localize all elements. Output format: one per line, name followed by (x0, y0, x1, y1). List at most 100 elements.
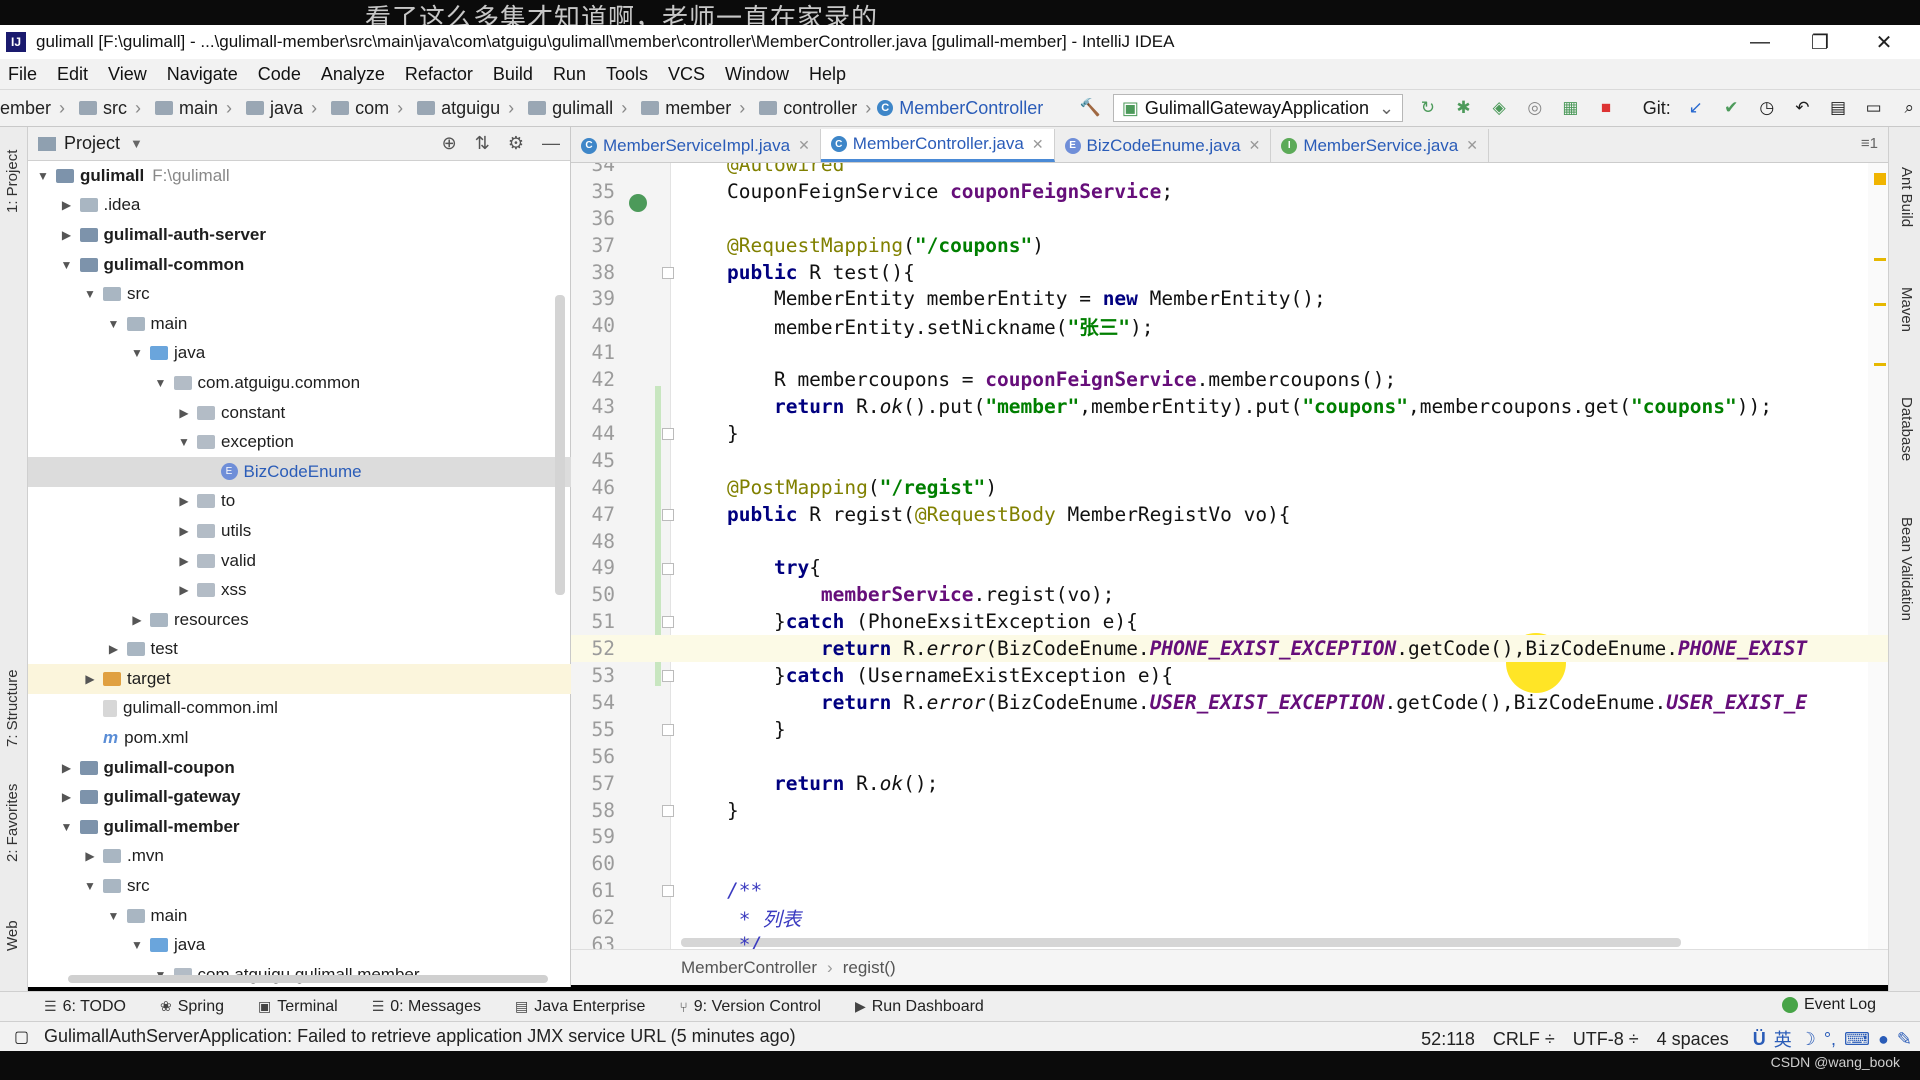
chevron-down-icon[interactable]: ▼ (130, 346, 144, 360)
menu-navigate[interactable]: Navigate (167, 64, 238, 85)
menu-build[interactable]: Build (493, 64, 533, 85)
nav-crumb[interactable]: main › (147, 98, 232, 119)
project-scrollbar-horizontal[interactable] (68, 975, 548, 983)
project-view-select[interactable]: Project (64, 133, 120, 154)
tree-item[interactable]: ▶ .mvn (28, 842, 571, 872)
chevron-right-icon[interactable]: ▶ (107, 642, 121, 656)
revert-icon[interactable]: ↶ (1792, 97, 1814, 119)
chevron-right-icon[interactable]: ▶ (177, 406, 191, 420)
chevron-down-icon[interactable]: ▼ (107, 909, 121, 923)
chevron-right-icon[interactable]: ▶ (177, 583, 191, 597)
menu-file[interactable]: File (8, 64, 37, 85)
gear-icon[interactable]: ⚙ (508, 133, 524, 154)
tree-item[interactable]: ▶ valid (28, 546, 571, 576)
editor-tab[interactable]: E BizCodeEnume.java ✕ (1055, 129, 1272, 162)
close-tab-icon[interactable]: ✕ (1249, 137, 1261, 154)
menu-run[interactable]: Run (553, 64, 586, 85)
project-tool-tab[interactable]: 1: Project (4, 150, 21, 213)
tool-window-button[interactable]: ☰ 0: Messages (372, 998, 481, 1016)
chevron-down-icon[interactable]: ▼ (130, 938, 144, 952)
profile-icon[interactable]: ◎ (1524, 97, 1546, 119)
nav-crumb[interactable]: gulimall › (520, 98, 627, 119)
coverage-icon[interactable]: ◈ (1488, 97, 1510, 119)
rerun-icon[interactable]: ↻ (1417, 97, 1439, 119)
project-structure-icon[interactable]: ▤ (1827, 97, 1849, 119)
menu-window[interactable]: Window (725, 64, 789, 85)
chevron-right-icon[interactable]: ▶ (130, 613, 144, 627)
chevron-right-icon[interactable]: ▶ (177, 554, 191, 568)
tree-item[interactable]: ▶ test (28, 635, 571, 665)
nav-crumb[interactable]: controller › (751, 98, 871, 119)
tree-item[interactable]: ▶ gulimall-auth-server (28, 220, 571, 250)
nav-crumb[interactable]: src › (71, 98, 141, 119)
tree-item[interactable]: ▼ com.atguigu.common (28, 368, 571, 398)
close-tab-icon[interactable]: ✕ (798, 137, 810, 154)
editor-tab[interactable]: C MemberController.java ✕ (820, 129, 1055, 162)
tree-item[interactable]: ▶ gulimall-coupon (28, 753, 571, 783)
chevron-down-icon[interactable]: ▼ (154, 376, 168, 390)
fold-marker-icon[interactable] (662, 804, 674, 817)
nav-crumb[interactable]: atguigu › (409, 98, 514, 119)
locate-icon[interactable]: ⊕ (442, 133, 457, 154)
tree-item[interactable]: ▼ gulimall F:\gulimall (28, 161, 571, 191)
chevron-right-icon[interactable]: ▶ (83, 849, 97, 863)
tree-item[interactable]: ▼ main (28, 309, 571, 339)
tool-window-button[interactable]: ⑂ 9: Version Control (679, 998, 821, 1016)
tree-item[interactable]: E BizCodeEnume (28, 456, 571, 487)
file-encoding[interactable]: UTF-8 ÷ (1573, 1029, 1639, 1050)
restore-button[interactable]: ❐ (1790, 25, 1850, 59)
tree-item[interactable]: ▶ utils (28, 516, 571, 546)
tab-list-menu[interactable]: ≡1 (1861, 135, 1878, 152)
menu-refactor[interactable]: Refactor (405, 64, 473, 85)
chevron-down-icon[interactable]: ▼ (107, 317, 121, 331)
search-icon[interactable]: ⌕ (1898, 97, 1920, 119)
menu-view[interactable]: View (108, 64, 147, 85)
menu-vcs[interactable]: VCS (668, 64, 705, 85)
nav-crumb[interactable]: com › (323, 98, 403, 119)
close-button[interactable]: ✕ (1854, 25, 1914, 59)
menu-edit[interactable]: Edit (57, 64, 88, 85)
chevron-right-icon[interactable]: ▶ (60, 761, 74, 775)
tree-item[interactable]: ▶ to (28, 487, 571, 517)
chevron-down-icon[interactable]: ▼ (177, 435, 191, 449)
tree-item[interactable]: ▼ java (28, 930, 571, 960)
tree-item[interactable]: ▼ gulimall-common (28, 250, 571, 280)
close-tab-icon[interactable]: ✕ (1466, 137, 1478, 154)
tree-item[interactable]: ▼ src (28, 871, 571, 901)
stop-icon[interactable]: ■ (1595, 97, 1617, 119)
nav-crumb[interactable]: member › (633, 98, 745, 119)
tree-item[interactable]: ▶ xss (28, 575, 571, 605)
fold-marker-icon[interactable] (662, 616, 674, 629)
tool-window-button[interactable]: ❀ Spring (160, 998, 224, 1016)
caret-position[interactable]: 52:118 (1421, 1029, 1475, 1050)
hammer-icon[interactable]: 🔨 (1079, 97, 1101, 119)
indent-setting[interactable]: 4 spaces (1657, 1029, 1729, 1050)
breadcrumb-class[interactable]: MemberController (681, 958, 817, 978)
tree-item[interactable]: m pom.xml (28, 723, 571, 753)
chevron-right-icon[interactable]: ▶ (177, 524, 191, 538)
chevron-down-icon[interactable]: ▼ (60, 820, 74, 834)
bean-validation-tool-tab[interactable]: Bean Validation (1898, 517, 1915, 621)
chevron-down-icon[interactable]: ▼ (130, 136, 143, 151)
tree-item[interactable]: ▼ src (28, 279, 571, 309)
chevron-down-icon[interactable]: ▼ (36, 169, 50, 183)
event-log-button[interactable]: Event Log (1781, 996, 1876, 1014)
tree-item[interactable]: ▶ resources (28, 605, 571, 635)
code-editor[interactable]: 34 @Autowired 35 CouponFeignService couponF… (571, 163, 1888, 949)
chevron-right-icon[interactable]: ▶ (60, 198, 74, 212)
project-scrollbar-vertical[interactable] (555, 295, 565, 595)
tree-item[interactable]: ▶ .idea (28, 191, 571, 221)
tool-window-button[interactable]: ▤ Java Enterprise (515, 998, 645, 1016)
tree-item[interactable]: ▼ exception (28, 427, 571, 457)
tree-item[interactable]: ▼ main (28, 901, 571, 931)
fold-marker-icon[interactable] (662, 266, 674, 279)
editor-tab[interactable]: I MemberService.java ✕ (1271, 129, 1489, 162)
tree-item[interactable]: gulimall-common.iml (28, 694, 571, 724)
ant-build-tool-tab[interactable]: Ant Build (1898, 167, 1915, 227)
structure-tool-tab[interactable]: 7: Structure (4, 669, 21, 747)
fold-marker-icon[interactable] (662, 562, 674, 575)
tree-item[interactable]: ▶ target (28, 664, 571, 694)
menu-tools[interactable]: Tools (606, 64, 648, 85)
chevron-right-icon[interactable]: ▶ (83, 672, 97, 686)
tool-window-button[interactable]: ☰ 6: TODO (44, 998, 126, 1016)
